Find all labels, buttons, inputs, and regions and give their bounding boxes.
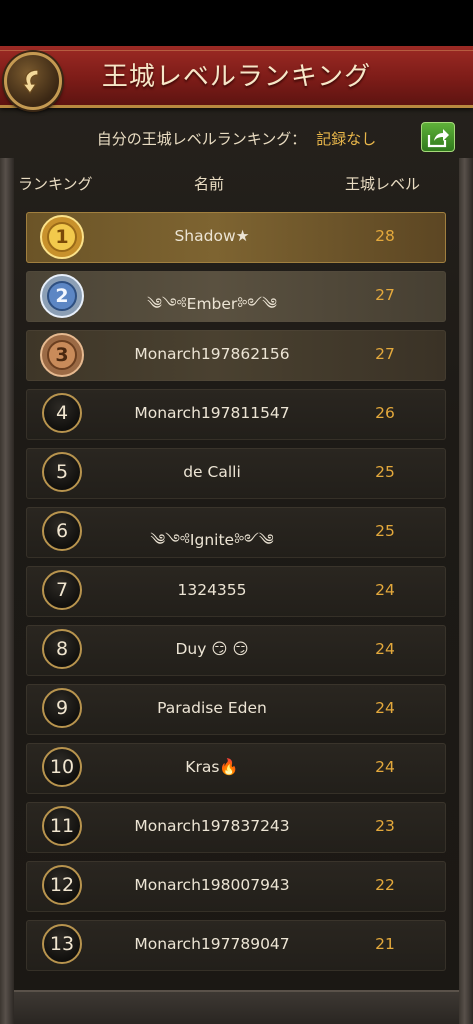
ranking-row[interactable]: 6 ༄༺Ignite༻༄ 25 — [26, 507, 446, 558]
ranking-row[interactable]: 9 Paradise Eden 24 — [26, 684, 446, 735]
rank-number: 1 — [55, 226, 69, 248]
page-title: 王城レベルランキング — [101, 62, 372, 92]
ranking-row[interactable]: 11 Monarch197837243 23 — [26, 802, 446, 853]
player-name: Duy 😏 😏 — [175, 640, 249, 658]
rank-number: 12 — [42, 865, 82, 905]
ranking-row[interactable]: 13 Monarch197789047 21 — [26, 920, 446, 971]
left-pillar — [0, 158, 14, 1024]
castle-level: 24 — [375, 699, 395, 717]
column-header-rank: ランキング — [18, 175, 93, 193]
bottom-frame — [14, 990, 459, 1024]
castle-level: 22 — [375, 876, 395, 894]
share-icon — [427, 129, 449, 148]
ranking-row[interactable]: 8 Duy 😏 😏 24 — [26, 625, 446, 676]
castle-level: 27 — [375, 286, 395, 304]
status-bar — [0, 0, 473, 46]
castle-level: 24 — [375, 581, 395, 599]
player-name: Kras🔥 — [185, 758, 239, 776]
rank-number: 8 — [42, 629, 82, 669]
column-header-level: 王城レベル — [345, 175, 421, 193]
player-name: Paradise Eden — [157, 699, 267, 717]
ranking-row[interactable]: 3 Monarch197862156 27 — [26, 330, 446, 381]
player-name: ༄༺Ignite༻༄ — [150, 531, 274, 549]
castle-level: 25 — [375, 522, 395, 540]
castle-level: 26 — [375, 404, 395, 422]
ranking-row[interactable]: 1 Shadow★ 28 — [26, 212, 446, 263]
rank-number: 3 — [55, 344, 69, 366]
column-header-name: 名前 — [194, 175, 225, 193]
player-name: Monarch198007943 — [134, 876, 290, 894]
player-name: 1324355 — [177, 581, 247, 599]
rank-number: 10 — [42, 747, 82, 787]
title-bar: 王城レベルランキング — [0, 46, 473, 108]
player-name: Monarch197811547 — [134, 404, 290, 422]
rank-number: 11 — [42, 806, 82, 846]
right-pillar — [459, 158, 473, 1024]
castle-level: 24 — [375, 758, 395, 776]
castle-level: 21 — [375, 935, 395, 953]
silver-medal-icon: 2 — [38, 272, 86, 320]
bronze-medal-icon: 3 — [38, 331, 86, 379]
ranking-row[interactable]: 2 ༄༺Ember༻༄ 27 — [26, 271, 446, 322]
castle-level: 23 — [375, 817, 395, 835]
player-name: Monarch197837243 — [134, 817, 290, 835]
rank-number: 4 — [42, 393, 82, 433]
ranking-row[interactable]: 10 Kras🔥 24 — [26, 743, 446, 794]
ranking-row[interactable]: 12 Monarch198007943 22 — [26, 861, 446, 912]
back-button[interactable] — [4, 52, 62, 110]
rank-number: 6 — [42, 511, 82, 551]
rank-number: 7 — [42, 570, 82, 610]
player-name: de Calli — [183, 463, 241, 481]
rank-number: 5 — [42, 452, 82, 492]
my-rank-value: 記録なし — [316, 129, 377, 148]
player-name: Monarch197862156 — [134, 345, 290, 363]
share-button[interactable] — [421, 122, 455, 152]
ranking-row[interactable]: 7 1324355 24 — [26, 566, 446, 617]
castle-level: 28 — [375, 227, 395, 245]
ranking-row[interactable]: 4 Monarch197811547 26 — [26, 389, 446, 440]
ranking-row[interactable]: 5 de Calli 25 — [26, 448, 446, 499]
rank-number: 9 — [42, 688, 82, 728]
rank-number: 13 — [42, 924, 82, 964]
castle-level: 24 — [375, 640, 395, 658]
back-arrow-icon — [21, 69, 39, 95]
rank-number: 2 — [55, 285, 69, 307]
ranking-list[interactable]: 1 Shadow★ 28 2 ༄༺Ember༻༄ 27 3 Monarch197… — [26, 212, 446, 979]
player-name: Shadow★ — [174, 227, 250, 245]
castle-level: 25 — [375, 463, 395, 481]
player-name: ༄༺Ember༻༄ — [147, 295, 277, 313]
player-name: Monarch197789047 — [134, 935, 290, 953]
column-headers: ランキング 名前 王城レベル — [14, 168, 459, 198]
ranking-panel: 王城レベルランキング 自分の王城レベルランキング： 記録なし ランキング 名前 … — [0, 46, 473, 1024]
castle-level: 27 — [375, 345, 395, 363]
my-rank-label: 自分の王城レベルランキング： — [96, 129, 307, 148]
my-rank-summary: 自分の王城レベルランキング： 記録なし — [14, 118, 459, 158]
gold-medal-icon: 1 — [38, 213, 86, 261]
